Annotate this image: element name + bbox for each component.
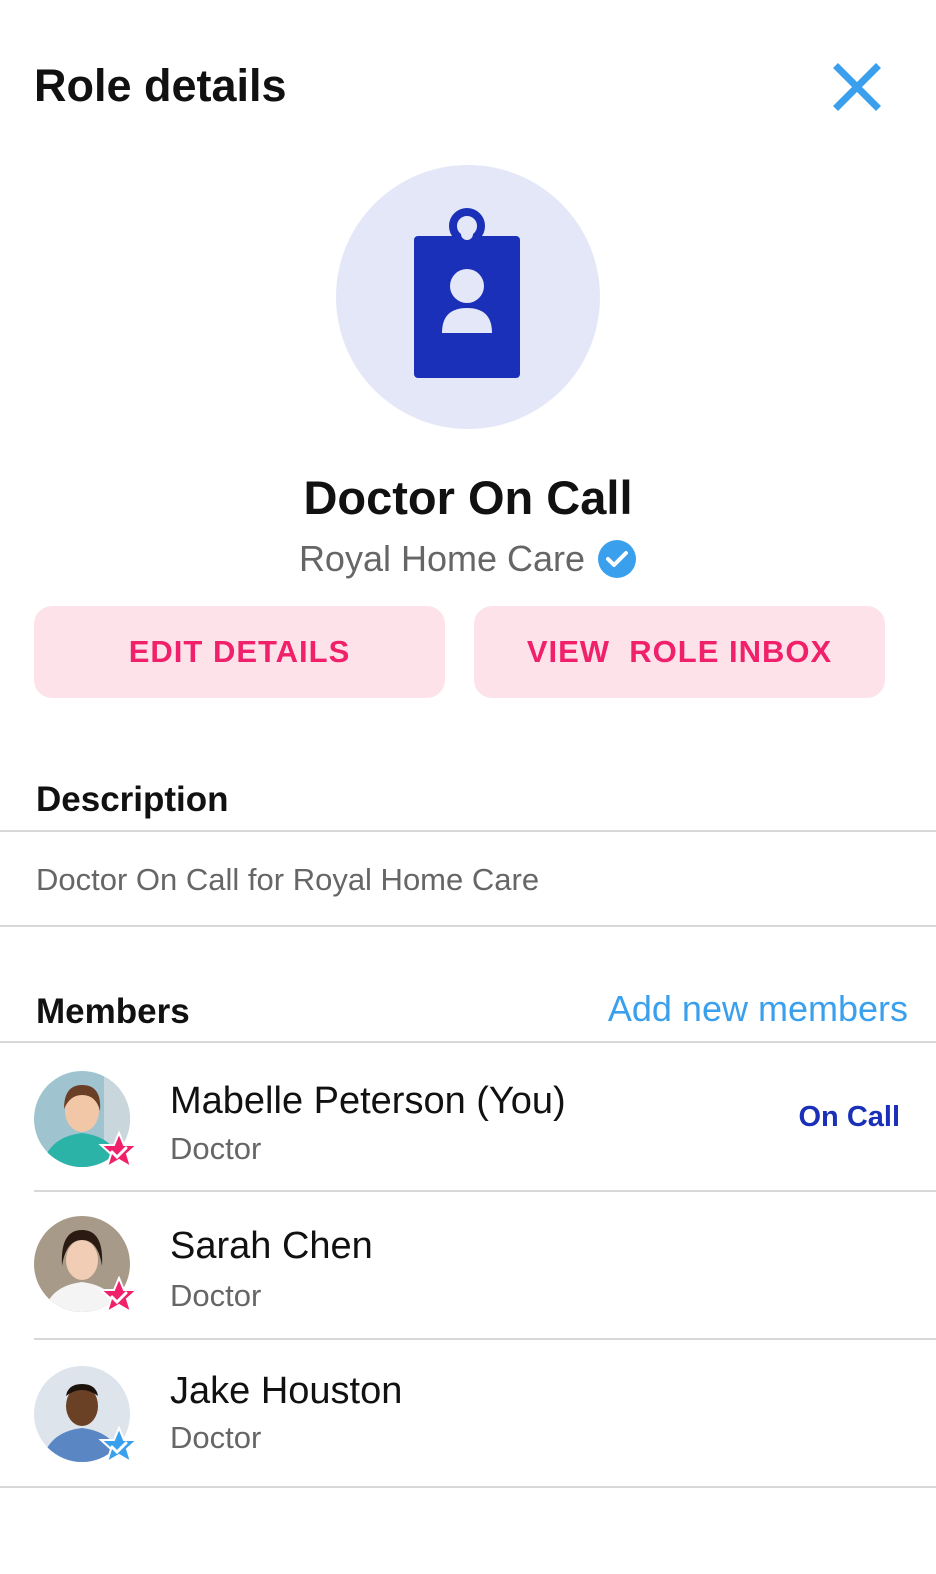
member-row[interactable]: Mabelle Peterson (You) Doctor On Call <box>0 1043 936 1191</box>
close-icon <box>833 63 881 111</box>
star-check-icon <box>98 1276 140 1315</box>
member-name: Mabelle Peterson (You) <box>170 1080 566 1122</box>
member-role: Doctor <box>170 1420 262 1455</box>
members-title: Members <box>36 992 190 1031</box>
member-role: Doctor <box>170 1131 262 1166</box>
divider <box>0 925 936 927</box>
divider <box>0 1486 936 1488</box>
member-row[interactable]: Jake Houston Doctor <box>0 1340 936 1488</box>
organization-row: Royal Home Care <box>0 538 936 580</box>
verified-check-icon <box>598 540 637 578</box>
page-title: Role details <box>34 60 287 111</box>
role-name: Doctor On Call <box>303 471 633 524</box>
member-name: Jake Houston <box>170 1370 403 1412</box>
member-role: Doctor <box>170 1278 262 1313</box>
divider <box>0 830 936 832</box>
status-badge: On Call <box>798 1101 900 1133</box>
member-name: Sarah Chen <box>170 1225 373 1267</box>
organization-name: Royal Home Care <box>298 538 586 579</box>
edit-details-button[interactable]: EDIT DETAILS <box>34 606 445 698</box>
close-button[interactable] <box>826 56 888 118</box>
description-text: Doctor On Call for Royal Home Care <box>36 862 540 897</box>
header: Role details <box>0 0 936 170</box>
member-row[interactable]: Sarah Chen Doctor <box>0 1192 936 1340</box>
star-check-icon <box>98 1131 140 1170</box>
star-check-icon <box>98 1426 140 1465</box>
id-badge-icon <box>414 208 520 378</box>
view-role-inbox-button[interactable]: VIEW ROLE INBOX <box>474 606 885 698</box>
description-title: Description <box>36 780 229 819</box>
add-new-members-link[interactable]: Add new members <box>608 988 908 1030</box>
